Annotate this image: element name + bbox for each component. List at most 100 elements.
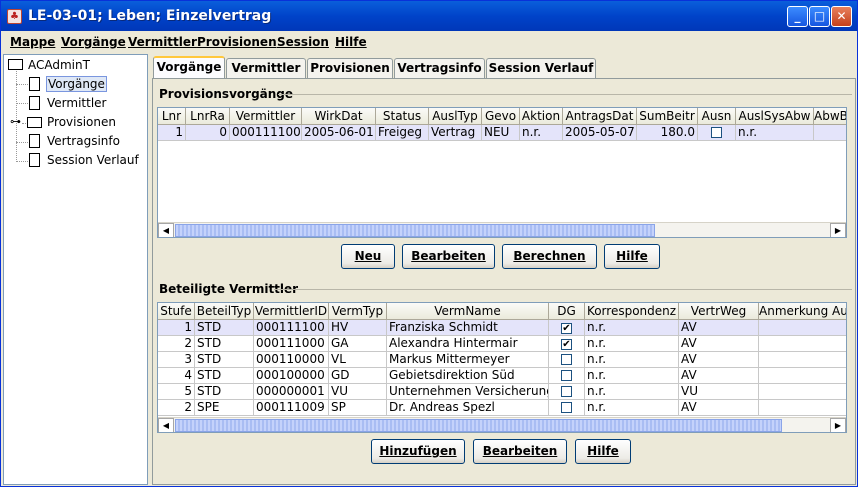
tree-item-label: Provisionen — [47, 115, 116, 129]
brokers-table[interactable]: Stufe BeteilTyp VermittlerID VermTyp Ver… — [157, 302, 847, 433]
tab-vermittler[interactable]: Vermittler — [226, 58, 306, 78]
menu-provisionen[interactable]: Provisionen — [197, 35, 277, 49]
cell-stufe: 4 — [158, 368, 195, 384]
cell-stufe: 2 — [158, 336, 195, 352]
column-header[interactable]: Lnr — [158, 108, 186, 125]
table-row[interactable]: 1 0 000111100 2005-06-01 Freigeg Vertrag… — [158, 125, 846, 141]
tree-root[interactable]: ACAdminT — [7, 57, 137, 74]
scroll-left-icon[interactable]: ◀ — [158, 418, 174, 432]
tree-item-provisionen[interactable]: ⊶ Provisionen — [9, 114, 139, 131]
tree-item-vertragsinfo[interactable]: Vertragsinfo — [28, 133, 138, 150]
dg-checkbox[interactable] — [561, 402, 572, 413]
column-header[interactable]: Anmerkung Au — [759, 303, 846, 320]
tree-item-session-verlauf[interactable]: Session Verlauf — [28, 152, 146, 169]
cell-vermname: Gebietsdirektion Süd — [387, 368, 549, 384]
split-pane-divider[interactable] — [149, 54, 151, 485]
column-header[interactable]: Aktion — [520, 108, 563, 125]
cell-auslsysabw: n.r. — [736, 125, 814, 141]
close-button[interactable]: ✕ — [831, 6, 852, 27]
scroll-right-icon[interactable]: ▶ — [830, 223, 846, 237]
cell-antragsdat: 2005-05-07 — [563, 125, 637, 141]
column-header[interactable]: VermName — [387, 303, 549, 320]
provisions-table[interactable]: Lnr LnrRa Vermittler WirkDat Status Ausl… — [157, 107, 847, 238]
tab-panel-vorgaenge: Provisionsvorgänge Lnr LnrRa Vermittler … — [152, 78, 856, 485]
tab-vertragsinfo[interactable]: Vertragsinfo — [394, 58, 485, 78]
minimize-button[interactable]: _ — [787, 6, 808, 27]
expand-handle-icon[interactable]: ⊶ — [10, 115, 21, 128]
maximize-button[interactable]: □ — [809, 6, 830, 27]
document-icon — [29, 96, 40, 110]
cell-vermname: Alexandra Hintermair — [387, 336, 549, 352]
column-header[interactable]: Stufe — [158, 303, 195, 320]
cell-vertrweg: AV — [679, 352, 759, 368]
provisions-horizontal-scrollbar[interactable]: ◀ ▶ — [158, 222, 846, 237]
column-header[interactable]: VertrWeg — [679, 303, 759, 320]
table-row[interactable]: 2 SPE 000111009 SP Dr. Andreas Spezl n.r. AV — [158, 400, 846, 416]
dg-checkbox[interactable]: ✔ — [561, 323, 572, 334]
column-header[interactable]: BeteilTyp — [195, 303, 254, 320]
dg-checkbox[interactable] — [561, 386, 572, 397]
column-header[interactable]: SumBeitr — [637, 108, 698, 125]
column-header[interactable]: VermTyp — [329, 303, 387, 320]
column-header[interactable]: LnrRa — [186, 108, 230, 125]
window-title: LE-03-01; Leben; Einzelvertrag — [28, 8, 272, 24]
cell-vermtyp: GA — [329, 336, 387, 352]
cell-dg — [549, 352, 585, 368]
column-header[interactable]: Gevo — [482, 108, 520, 125]
hinzufuegen-button[interactable]: Hinzufügen — [371, 439, 465, 464]
column-header[interactable]: AuslSysAbw — [736, 108, 814, 125]
cell-anmerkung — [759, 320, 846, 336]
cell-abwb — [814, 125, 846, 141]
hilfe-button[interactable]: Hilfe — [604, 244, 660, 269]
tab-session-verlauf[interactable]: Session Verlauf — [486, 58, 596, 78]
menu-vermittler[interactable]: Vermittler — [128, 35, 197, 49]
menu-hilfe[interactable]: Hilfe — [335, 35, 367, 49]
menu-session[interactable]: Session — [277, 35, 329, 49]
column-header[interactable]: AbwB — [814, 108, 846, 125]
menu-vorgaenge[interactable]: Vorgänge — [61, 35, 126, 49]
tree-item-vermittler[interactable]: Vermittler — [28, 95, 138, 112]
menu-mappe[interactable]: Mappe — [10, 35, 55, 49]
column-header[interactable]: Vermittler — [230, 108, 302, 125]
tree-item-vorgaenge[interactable]: Vorgänge — [28, 76, 138, 93]
scroll-left-icon[interactable]: ◀ — [158, 223, 174, 237]
table-row[interactable]: 5 STD 000000001 VU Unternehmen Versicherung n… — [158, 384, 846, 400]
column-header[interactable]: WirkDat — [302, 108, 376, 125]
cell-vertrweg: AV — [679, 368, 759, 384]
column-header[interactable]: VermittlerID — [254, 303, 329, 320]
provisions-group-title: Provisionsvorgänge — [159, 87, 294, 101]
bearbeiten-button[interactable]: Bearbeiten — [402, 244, 495, 269]
navigation-tree[interactable]: ACAdminT Vorgänge Vermittler ⊶ Provision… — [3, 54, 148, 485]
berechnen-button[interactable]: Berechnen — [502, 244, 597, 269]
dg-checkbox[interactable] — [561, 354, 572, 365]
broker-hilfe-button[interactable]: Hilfe — [575, 439, 631, 464]
column-header[interactable]: Ausn — [698, 108, 736, 125]
dg-checkbox[interactable]: ✔ — [561, 339, 572, 350]
cell-anmerkung — [759, 352, 846, 368]
folder-icon — [27, 117, 42, 128]
app-icon[interactable]: ♣ — [7, 9, 22, 24]
brokers-horizontal-scrollbar[interactable]: ◀ ▶ — [158, 417, 846, 432]
tab-provisionen[interactable]: Provisionen — [307, 58, 393, 78]
table-row[interactable]: 4 STD 000100000 GD Gebietsdirektion Süd n.r. A… — [158, 368, 846, 384]
table-row[interactable]: 1 STD 000111100 HV Franziska Schmidt ✔ n.r. AV — [158, 320, 846, 336]
column-header[interactable]: Status — [376, 108, 429, 125]
table-row[interactable]: 3 STD 000110000 VL Markus Mittermeyer n.r. AV — [158, 352, 846, 368]
table-row[interactable]: 2 STD 000111000 GA Alexandra Hintermair ✔ n.r.… — [158, 336, 846, 352]
scroll-thumb[interactable] — [175, 224, 655, 237]
scroll-right-icon[interactable]: ▶ — [830, 418, 846, 432]
tree-item-label: Session Verlauf — [47, 153, 139, 167]
column-header[interactable]: AuslTyp — [429, 108, 482, 125]
scroll-thumb[interactable] — [175, 419, 782, 432]
column-header[interactable]: AntragsDat — [563, 108, 637, 125]
tree-root-label: ACAdminT — [28, 58, 90, 72]
neu-button[interactable]: Neu — [341, 244, 395, 269]
ausn-checkbox[interactable] — [711, 127, 722, 138]
dg-checkbox[interactable] — [561, 370, 572, 381]
column-header[interactable]: DG — [549, 303, 585, 320]
tab-vorgaenge[interactable]: Vorgänge — [153, 56, 225, 78]
title-bar[interactable]: ♣ LE-03-01; Leben; Einzelvertrag _ □ ✕ — [1, 1, 857, 31]
column-header[interactable]: Korrespondenz — [585, 303, 679, 320]
broker-bearbeiten-button[interactable]: Bearbeiten — [473, 439, 567, 464]
tree-item-label: Vorgänge — [46, 76, 107, 92]
